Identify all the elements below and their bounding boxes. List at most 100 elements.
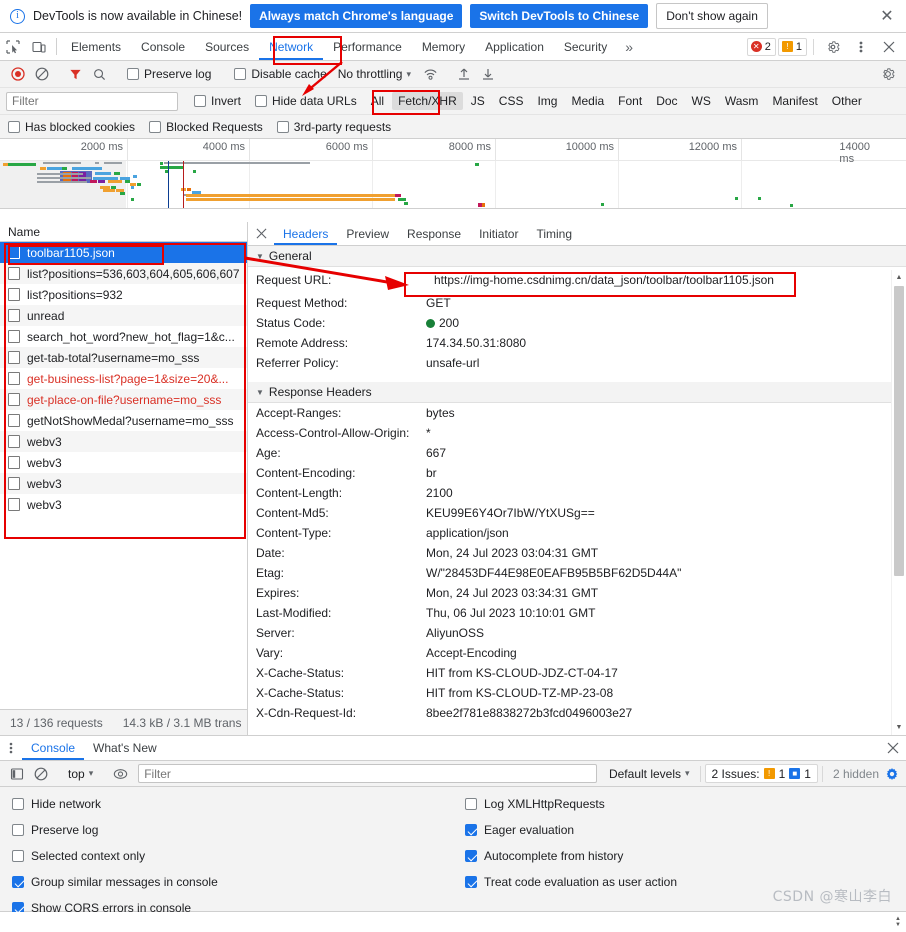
request-row-get-not-show-medal[interactable]: getNotShowMedal?username=mo_sss xyxy=(0,410,247,431)
drawer-tab-console[interactable]: Console xyxy=(22,736,85,760)
switch-to-chinese-button[interactable]: Switch DevTools to Chinese xyxy=(470,4,649,28)
device-toolbar-icon[interactable] xyxy=(26,33,52,60)
tab-application[interactable]: Application xyxy=(475,33,554,60)
request-row-search-hot-word[interactable]: search_hot_word?new_hot_flag=1&c... xyxy=(0,326,247,347)
request-row-get-business-list[interactable]: get-business-list?page=1&size=20&... xyxy=(0,368,247,389)
details-tab-response[interactable]: Response xyxy=(398,222,470,245)
console-toolbar-divider-4 xyxy=(821,765,823,782)
filter-type-media[interactable]: Media xyxy=(565,92,610,110)
hide-network-checkbox[interactable]: Hide network xyxy=(12,791,218,817)
clear-icon[interactable] xyxy=(30,63,54,85)
dont-show-again-button[interactable]: Don't show again xyxy=(656,3,768,29)
scroll-up-icon[interactable]: ▲ xyxy=(892,270,906,285)
tab-security[interactable]: Security xyxy=(554,33,617,60)
close-devtools-icon[interactable] xyxy=(876,41,902,53)
log-xmlhttprequests-checkbox[interactable]: Log XMLHttpRequests xyxy=(465,791,677,817)
network-settings-gear-icon[interactable] xyxy=(876,63,900,85)
group-similar-messages-checkbox[interactable]: Group similar messages in console xyxy=(12,869,218,895)
log-levels-select[interactable]: Default levels ▾ xyxy=(603,767,696,781)
selected-context-only-checkbox[interactable]: Selected context only xyxy=(12,843,218,869)
details-tab-initiator[interactable]: Initiator xyxy=(470,222,527,245)
filter-input[interactable] xyxy=(6,91,178,111)
filter-type-img[interactable]: Img xyxy=(531,92,563,110)
tab-network[interactable]: Network xyxy=(259,33,324,60)
scrollbar-thumb[interactable] xyxy=(894,286,904,576)
disable-cache-checkbox[interactable]: Disable cache xyxy=(227,67,333,81)
tab-sources[interactable]: Sources xyxy=(195,33,259,60)
kebab-menu-icon[interactable] xyxy=(848,40,874,54)
request-row-get-place-on-file[interactable]: get-place-on-file?username=mo_sss xyxy=(0,389,247,410)
throttling-select[interactable]: No throttling ▾ xyxy=(334,67,411,81)
filter-type-manifest[interactable]: Manifest xyxy=(766,92,823,110)
tab-console[interactable]: Console xyxy=(131,33,195,60)
preserve-log-console-checkbox[interactable]: Preserve log xyxy=(12,817,218,843)
response-headers-section-header[interactable]: ▼ Response Headers xyxy=(248,382,906,403)
header-value[interactable]: https://img-home.csdnimg.cn/data_json/to… xyxy=(426,273,774,287)
request-list-column-header[interactable]: Name xyxy=(0,222,247,242)
kebab-menu-icon[interactable] xyxy=(0,736,22,760)
autocomplete-from-history-checkbox[interactable]: Autocomplete from history xyxy=(465,843,677,869)
close-details-icon[interactable] xyxy=(248,222,274,245)
preserve-log-checkbox[interactable]: Preserve log xyxy=(120,67,218,81)
filter-type-css[interactable]: CSS xyxy=(493,92,530,110)
console-settings-gear-icon[interactable] xyxy=(885,767,901,781)
more-tabs-icon[interactable]: » xyxy=(617,33,641,60)
blocked-requests-checkbox[interactable]: Blocked Requests xyxy=(142,120,270,134)
request-row-get-tab-total[interactable]: get-tab-total?username=mo_sss xyxy=(0,347,247,368)
clear-console-icon[interactable] xyxy=(29,763,53,785)
request-row-webv3-4[interactable]: webv3 xyxy=(0,494,247,515)
request-row-toolbar1105[interactable]: toolbar1105.json xyxy=(0,242,247,263)
details-tab-headers[interactable]: Headers xyxy=(274,222,338,245)
request-row-webv3-1[interactable]: webv3 xyxy=(0,431,247,452)
filter-type-fetch-xhr[interactable]: Fetch/XHR xyxy=(392,92,463,110)
issues-button[interactable]: 2 Issues: ! 1 ■ 1 xyxy=(704,764,818,783)
filter-type-wasm[interactable]: Wasm xyxy=(719,92,765,110)
filter-type-all[interactable]: All xyxy=(365,92,390,110)
tab-elements[interactable]: Elements xyxy=(61,33,131,60)
close-drawer-icon[interactable] xyxy=(880,736,906,760)
export-har-icon[interactable] xyxy=(476,63,500,85)
tab-performance[interactable]: Performance xyxy=(323,33,412,60)
details-tab-timing[interactable]: Timing xyxy=(527,222,581,245)
gear-icon[interactable] xyxy=(820,40,846,54)
details-tab-preview[interactable]: Preview xyxy=(337,222,398,245)
network-conditions-icon[interactable] xyxy=(419,63,443,85)
request-row-webv3-2[interactable]: webv3 xyxy=(0,452,247,473)
always-match-language-button[interactable]: Always match Chrome's language xyxy=(250,4,463,28)
filter-funnel-icon[interactable] xyxy=(63,63,87,85)
scroll-down-icon[interactable]: ▼ xyxy=(892,720,906,735)
tab-memory[interactable]: Memory xyxy=(412,33,475,60)
import-har-icon[interactable] xyxy=(452,63,476,85)
filter-type-font[interactable]: Font xyxy=(612,92,648,110)
console-scroll-arrows[interactable]: ▲ ▼ xyxy=(892,912,904,932)
general-section-header[interactable]: ▼ General xyxy=(248,246,906,267)
warning-count-badge[interactable]: ! 1 xyxy=(777,37,807,56)
invert-checkbox[interactable]: Invert xyxy=(187,94,248,108)
filter-type-ws[interactable]: WS xyxy=(686,92,717,110)
filter-type-doc[interactable]: Doc xyxy=(650,92,683,110)
filter-type-other[interactable]: Other xyxy=(826,92,868,110)
hide-data-urls-checkbox[interactable]: Hide data URLs xyxy=(248,94,364,108)
error-count-badge[interactable]: ✕ 2 xyxy=(746,37,776,56)
console-filter-input[interactable] xyxy=(138,764,597,783)
execution-context-select[interactable]: top ▾ xyxy=(62,767,99,781)
record-stop-icon[interactable] xyxy=(6,63,30,85)
close-notification-icon[interactable]: ✕ xyxy=(876,5,898,27)
third-party-requests-checkbox[interactable]: 3rd-party requests xyxy=(270,120,398,134)
console-prompt-line[interactable]: ▲ ▼ xyxy=(0,912,906,932)
request-row-unread[interactable]: unread xyxy=(0,305,247,326)
search-icon[interactable] xyxy=(87,63,111,85)
network-overview-timeline[interactable]: 2000 ms 4000 ms 6000 ms 8000 ms 10000 ms… xyxy=(0,139,906,209)
inspect-element-icon[interactable] xyxy=(0,33,26,60)
details-vertical-scrollbar[interactable]: ▲ ▼ xyxy=(891,270,906,735)
treat-code-evaluation-checkbox[interactable]: Treat code evaluation as user action xyxy=(465,869,677,895)
eager-evaluation-checkbox[interactable]: Eager evaluation xyxy=(465,817,677,843)
console-sidebar-icon[interactable] xyxy=(5,763,29,785)
request-row-webv3-3[interactable]: webv3 xyxy=(0,473,247,494)
live-expression-icon[interactable] xyxy=(108,763,132,785)
filter-type-js[interactable]: JS xyxy=(465,92,491,110)
has-blocked-cookies-checkbox[interactable]: Has blocked cookies xyxy=(6,120,142,134)
request-row-list-positions-932[interactable]: list?positions=932 xyxy=(0,284,247,305)
drawer-tab-whats-new[interactable]: What's New xyxy=(84,736,166,760)
request-row-list-positions-multi[interactable]: list?positions=536,603,604,605,606,607 xyxy=(0,263,247,284)
